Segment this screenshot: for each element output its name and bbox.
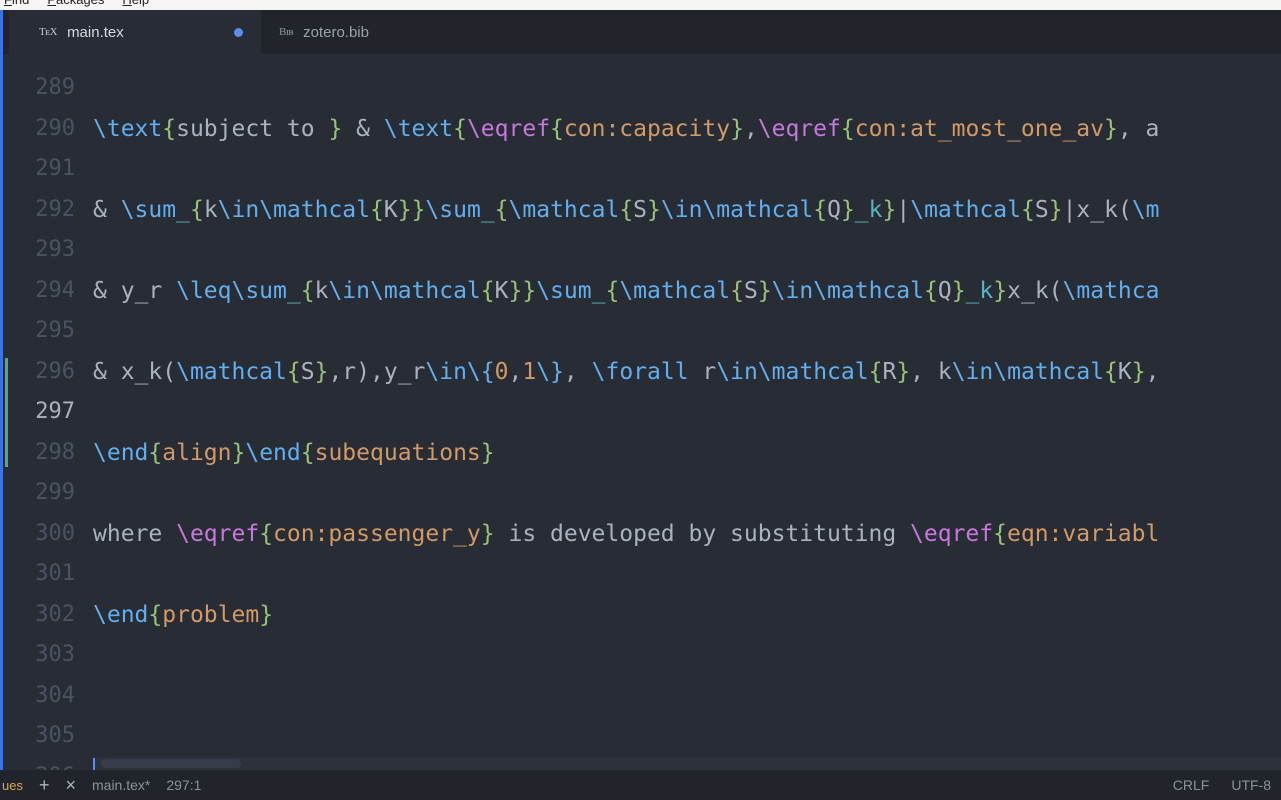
line-number: 299 [9,473,75,514]
git-diff-strip [3,54,9,770]
code-line[interactable]: \text{subject to } & \text{\eqref{con:ca… [93,109,1281,150]
code-line[interactable]: & y_r \leq\sum_{k\in\mathcal{K}}\sum_{\m… [93,271,1281,312]
code-line[interactable]: & x_k(\mathcal{S},r),y_r\in\{0,1\}, \for… [93,352,1281,393]
menu-bar: Find Packages Help [0,0,1281,10]
git-discard-icon[interactable]: × [65,776,76,794]
menu-find[interactable]: Find [4,0,29,7]
tab-zotero-bib[interactable]: Bɪʙ zotero.bib [261,10,501,54]
code-line[interactable]: where \eqref{con:passenger_y} is develop… [93,514,1281,555]
line-number: 300 [9,514,75,555]
line-number: 292 [9,190,75,231]
line-number: 302 [9,595,75,636]
tab-title: zotero.bib [303,24,369,41]
tab-main-tex[interactable]: TᴇX main.tex [21,10,261,54]
status-file-name[interactable]: main.tex* [92,777,150,793]
bib-icon: Bɪʙ [279,26,293,38]
status-eol[interactable]: CRLF [1173,777,1210,793]
line-number: 304 [9,676,75,717]
line-number: 305 [9,716,75,757]
text-cursor [93,758,95,771]
dirty-indicator [234,28,243,37]
line-number: 297 [9,392,75,433]
line-number-gutter: 2892902912922932942952962972982993003013… [9,54,93,770]
diff-added-marker [5,358,8,468]
git-add-icon[interactable]: + [39,776,50,794]
code-line[interactable]: & \sum_{k\in\mathcal{K}}\sum_{\mathcal{S… [93,190,1281,231]
tex-icon: TᴇX [39,26,57,38]
line-number: 306 [9,757,75,771]
status-encoding[interactable]: UTF-8 [1231,777,1271,793]
tab-bar: TᴇX main.tex Bɪʙ zotero.bib [0,10,1281,54]
status-bar: ues + × main.tex* 297:1 CRLF UTF-8 [0,770,1281,800]
status-cursor-position[interactable]: 297:1 [166,777,201,793]
tab-title: main.tex [67,24,124,41]
line-number: 290 [9,109,75,150]
editor[interactable]: 2892902912922932942952962972982993003013… [0,54,1281,770]
git-status-label[interactable]: ues [2,778,23,793]
code-area[interactable]: \text{subject to } & \text{\eqref{con:ca… [93,54,1281,770]
line-number: 301 [9,554,75,595]
line-number: 293 [9,230,75,271]
code-line[interactable]: \end{align}\end{subequations} [93,433,1281,474]
code-line-current[interactable] [93,757,1281,771]
line-number: 295 [9,311,75,352]
line-number: 296 [9,352,75,393]
code-line[interactable] [93,676,1281,717]
line-number: 291 [9,149,75,190]
horizontal-scrollbar[interactable] [101,759,241,768]
line-number: 298 [9,433,75,474]
line-number: 289 [9,68,75,109]
line-number: 294 [9,271,75,312]
menu-help[interactable]: Help [122,0,149,7]
menu-packages[interactable]: Packages [47,0,104,7]
line-number: 303 [9,635,75,676]
code-line[interactable]: \end{problem} [93,595,1281,636]
